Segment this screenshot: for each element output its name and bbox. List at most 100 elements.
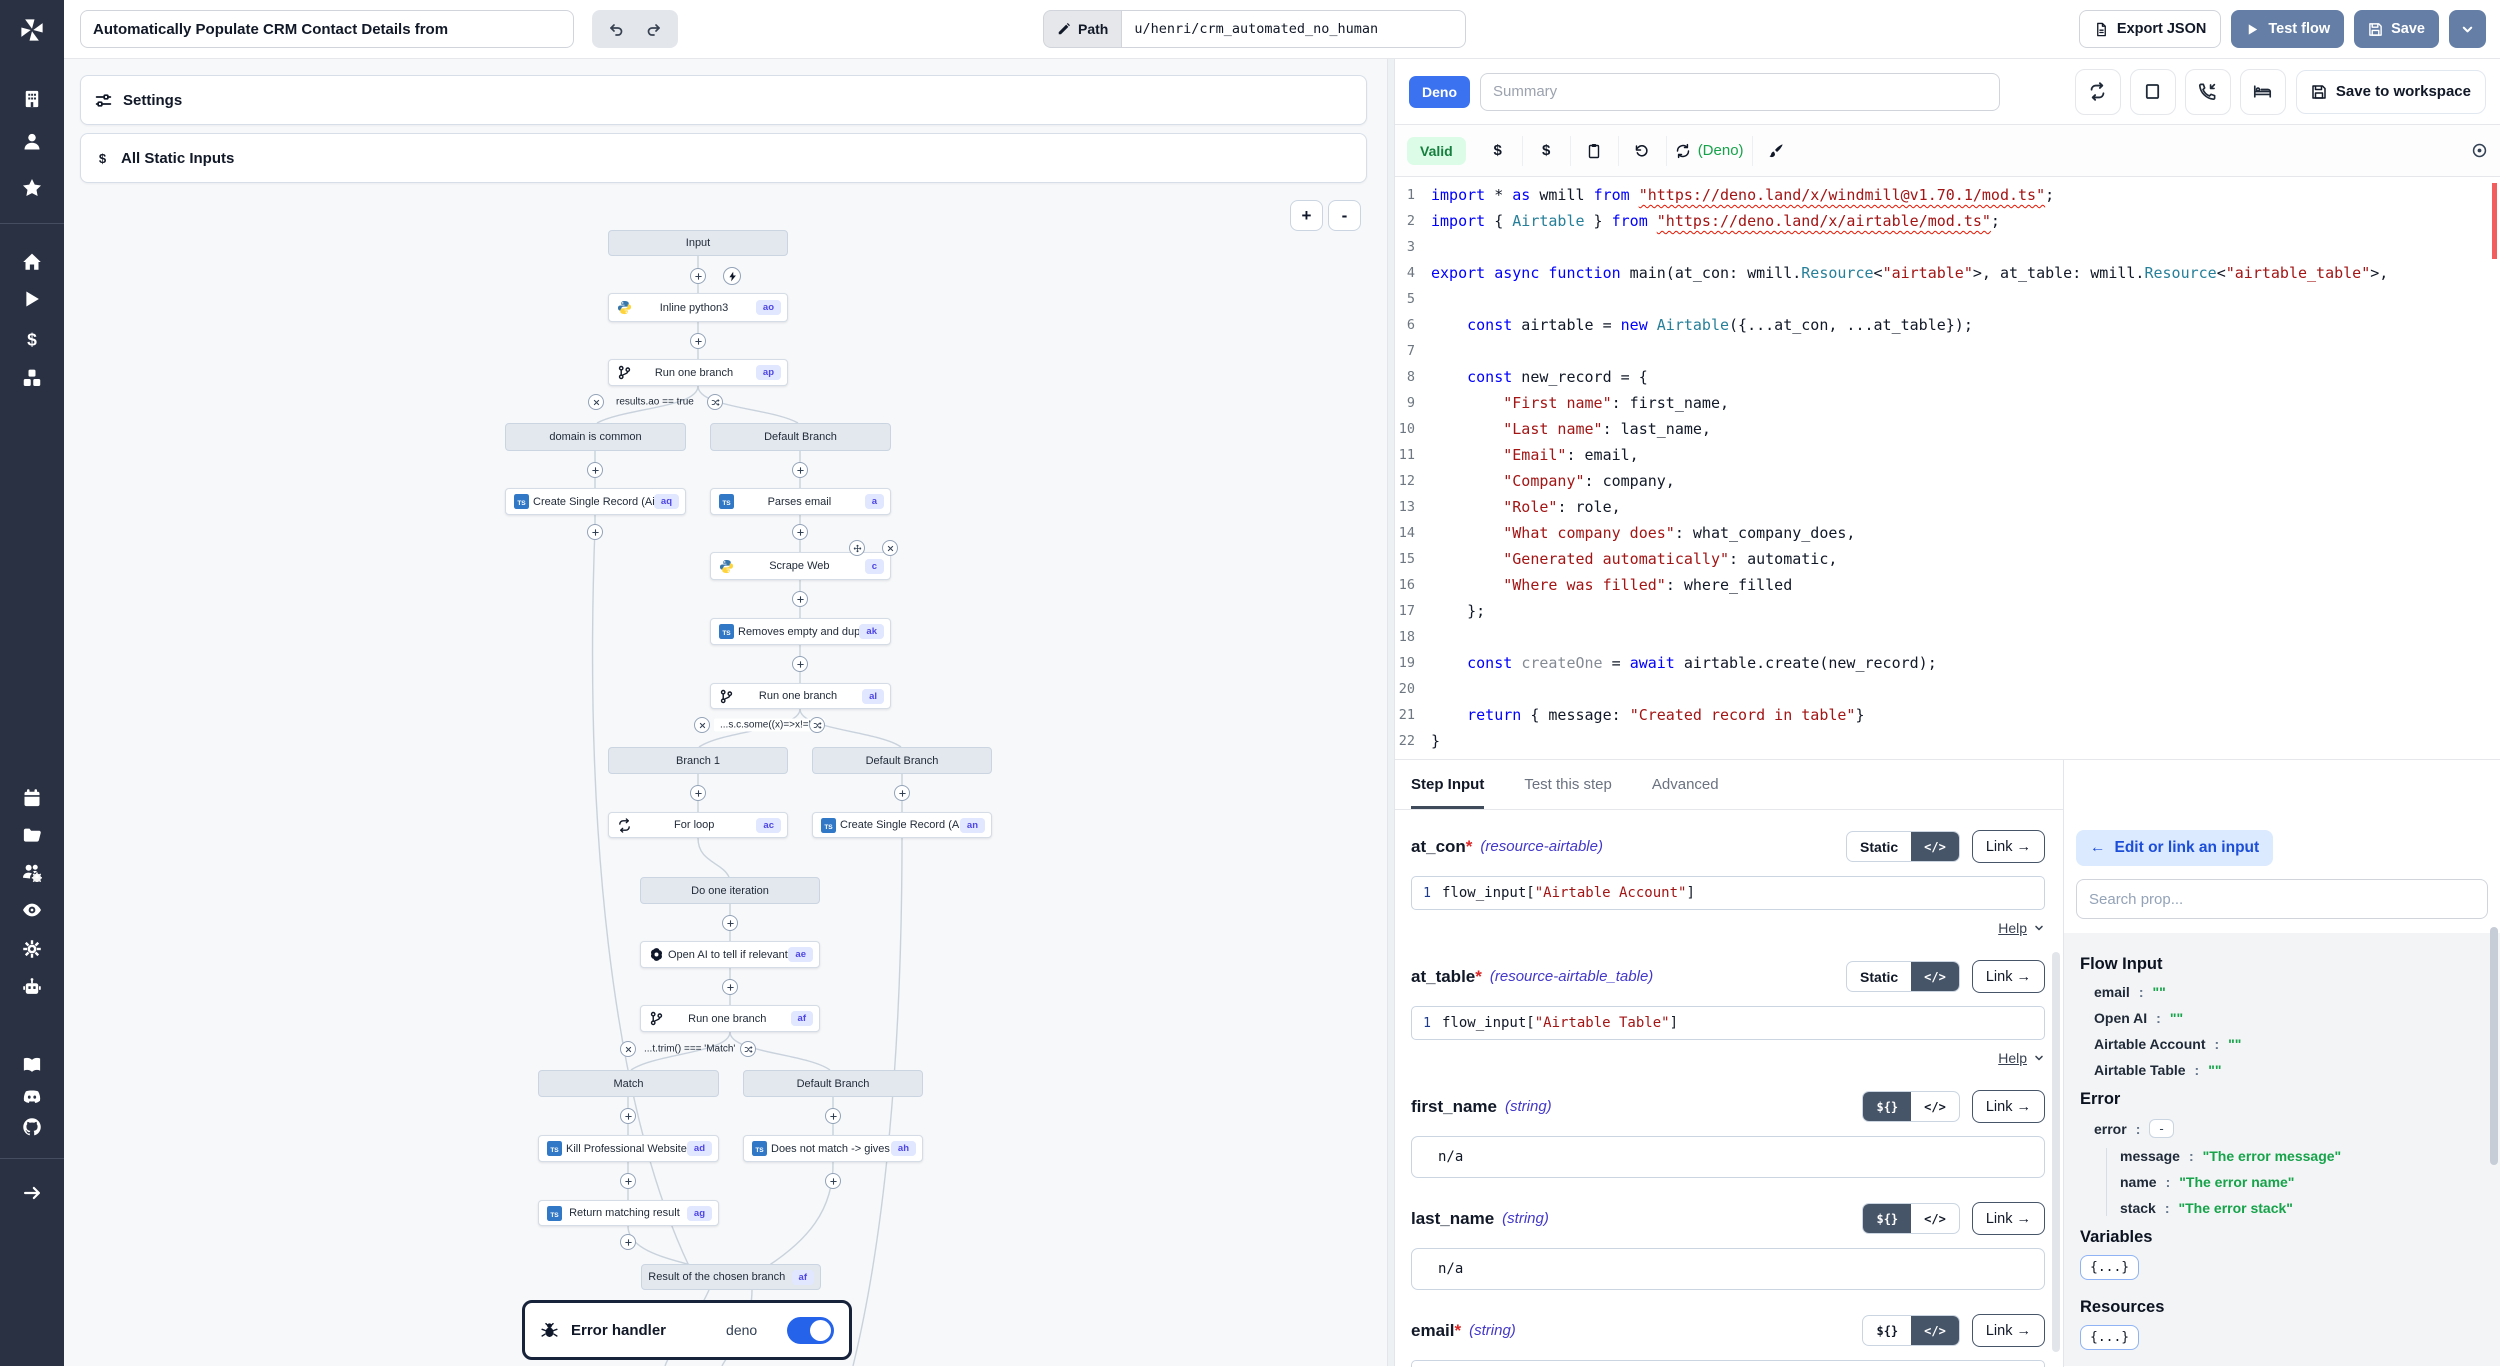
code-settings-button[interactable] [2471,142,2488,159]
variables-object-chip[interactable]: {...} [2080,1255,2139,1280]
insert-step-button[interactable] [825,1173,841,1189]
mode-javascript-button[interactable]: </> [1911,1316,1959,1345]
tab-step-input[interactable]: Step Input [1411,760,1484,809]
mode-static-button[interactable]: Static [1847,832,1911,861]
boxes-icon[interactable] [0,363,64,393]
test-flow-button[interactable]: Test flow [2231,10,2344,48]
dollar-icon[interactable]: $ [0,324,64,354]
sleep-button[interactable] [2240,69,2286,115]
discord-icon[interactable] [0,1082,64,1112]
insert-step-button[interactable] [690,785,706,801]
call-button[interactable] [2185,69,2231,115]
run-one-branch-3-node[interactable]: Run one branchaf [640,1005,820,1032]
format-code-button[interactable] [1752,136,1800,166]
error-handler-node[interactable]: Error handler deno [522,1300,852,1360]
reload-runtime-button[interactable]: (Deno) [1666,136,1752,166]
insert-step-button[interactable] [620,1108,636,1124]
mode-javascript-button[interactable]: </> [1911,1092,1959,1121]
flow-canvas[interactable]: Settings $ All Static Inputs + - InputIn… [64,59,1387,1366]
restart-step-button[interactable] [2075,69,2121,115]
link-button[interactable]: Link → [1972,1090,2045,1123]
mode-static-button[interactable]: Static [1847,962,1911,991]
does-not-match-node[interactable]: TSDoes not match -> gives empty valueah [743,1135,923,1162]
default-branch-2-node[interactable]: Default Branch [812,747,992,774]
mode-template-button[interactable]: ${} [1863,1092,1911,1121]
code-line[interactable]: 18 [1395,624,2500,650]
save-button[interactable]: Save [2354,10,2439,48]
insert-variable-button[interactable]: $ [1474,136,1522,166]
prop-airtable-table[interactable]: Airtable Table:"" [2094,1062,2500,1078]
prop-open-ai[interactable]: Open AI:"" [2094,1010,2500,1026]
code-line[interactable]: 11 "Email": email, [1395,442,2500,468]
code-line[interactable]: 7 [1395,338,2500,364]
prop-tree-scrollbar[interactable] [2490,927,2498,1165]
prop-search-input[interactable] [2076,879,2488,919]
code-editor[interactable]: 1import * as wmill from "https://deno.la… [1395,177,2500,758]
link-button[interactable]: Link → [1972,830,2045,863]
building-icon[interactable] [0,84,64,114]
clipboard-button[interactable] [1570,136,1618,166]
path-value[interactable]: u/henri/crm_automated_no_human [1121,10,1466,48]
domain-is-common-node[interactable]: domain is common [505,423,686,451]
save-to-workspace-button[interactable]: Save to workspace [2296,70,2486,114]
save-more-button[interactable] [2449,10,2486,48]
create-single-record-1-node[interactable]: TSCreate Single Record (Airtable)aq [505,488,686,515]
inline-python3-node[interactable]: Inline python3ao [608,293,788,322]
field-value-input[interactable]: n/a [1411,1248,2045,1290]
link-button[interactable]: Link → [1972,1202,2045,1235]
default-branch-3-node[interactable]: Default Branch [743,1070,923,1097]
stop-button[interactable] [2130,69,2176,115]
prop-error-name[interactable]: name:"The error name" [2120,1174,2500,1190]
field-value-input[interactable]: n/a [1411,1136,2045,1178]
tab-advanced[interactable]: Advanced [1652,760,1719,809]
openai-relevant-node[interactable]: Open AI to tell if relevant resultae [640,941,820,968]
insert-step-button[interactable] [587,462,603,478]
arrow-right-icon[interactable] [0,1178,64,1208]
insert-step-button[interactable] [792,656,808,672]
do-one-iteration-node[interactable]: Do one iteration [640,877,820,904]
code-line[interactable]: 12 "Company": company, [1395,468,2500,494]
gear-icon[interactable] [0,934,64,964]
insert-step-button[interactable] [722,915,738,931]
collapse-button[interactable]: - [2149,1119,2173,1138]
insert-step-button[interactable] [690,268,706,284]
mode-javascript-button[interactable]: </> [1911,1204,1959,1233]
code-line[interactable]: 22} [1395,728,2500,754]
play-icon[interactable] [0,284,64,314]
link-button[interactable]: Link → [1972,960,2045,993]
undo-button[interactable] [600,14,632,44]
input-node[interactable]: Input [608,230,788,256]
path-edit-button[interactable]: Path [1043,10,1121,48]
insert-step-button[interactable] [690,333,706,349]
code-line[interactable]: 21 return { message: "Created record in … [1395,702,2500,728]
code-line[interactable]: 14 "What company does": what_company_doe… [1395,520,2500,546]
delete-node-button[interactable] [882,540,898,556]
insert-step-button[interactable] [894,785,910,801]
calendar-icon[interactable] [0,783,64,813]
insert-step-button[interactable] [825,1108,841,1124]
tab-test-this-step[interactable]: Test this step [1524,760,1612,809]
panel-resize-handle[interactable] [1387,59,1395,1366]
field-expression-editor[interactable]: 1flow_input["Airtable Account"] [1411,876,2045,910]
insert-step-button[interactable] [792,462,808,478]
code-line[interactable]: 5 [1395,286,2500,312]
result-chosen-branch-node[interactable]: Result of the chosen branchaf [641,1264,821,1290]
insert-resource-button[interactable]: $ [1522,136,1570,166]
branch-1-node[interactable]: Branch 1 [608,747,788,774]
field-expression-editor[interactable]: 1flow_input["Airtable Table"] [1411,1006,2045,1040]
link-button[interactable]: Link → [1972,1314,2045,1347]
mode-javascript-button[interactable]: </> [1911,832,1959,861]
code-line[interactable]: 3 [1395,234,2500,260]
code-line[interactable]: 19 const createOne = await airtable.crea… [1395,650,2500,676]
kill-professional-websites-node[interactable]: TSKill Professional Websites mentionsad [538,1135,719,1162]
prop-email[interactable]: email:"" [2094,984,2500,1000]
create-single-record-2-node[interactable]: TSCreate Single Record (Airtable)an [812,812,992,838]
users-cog-icon[interactable] [0,857,64,887]
remove-branch-button[interactable] [588,394,604,410]
code-line[interactable]: 15 "Generated automatically": automatic, [1395,546,2500,572]
run-one-branch-2-node[interactable]: Run one branchal [710,683,891,709]
insert-step-button[interactable] [620,1234,636,1250]
code-line[interactable]: 9 "First name": first_name, [1395,390,2500,416]
user-icon[interactable] [0,127,64,157]
scrape-web-node[interactable]: Scrape Webc [710,552,891,580]
